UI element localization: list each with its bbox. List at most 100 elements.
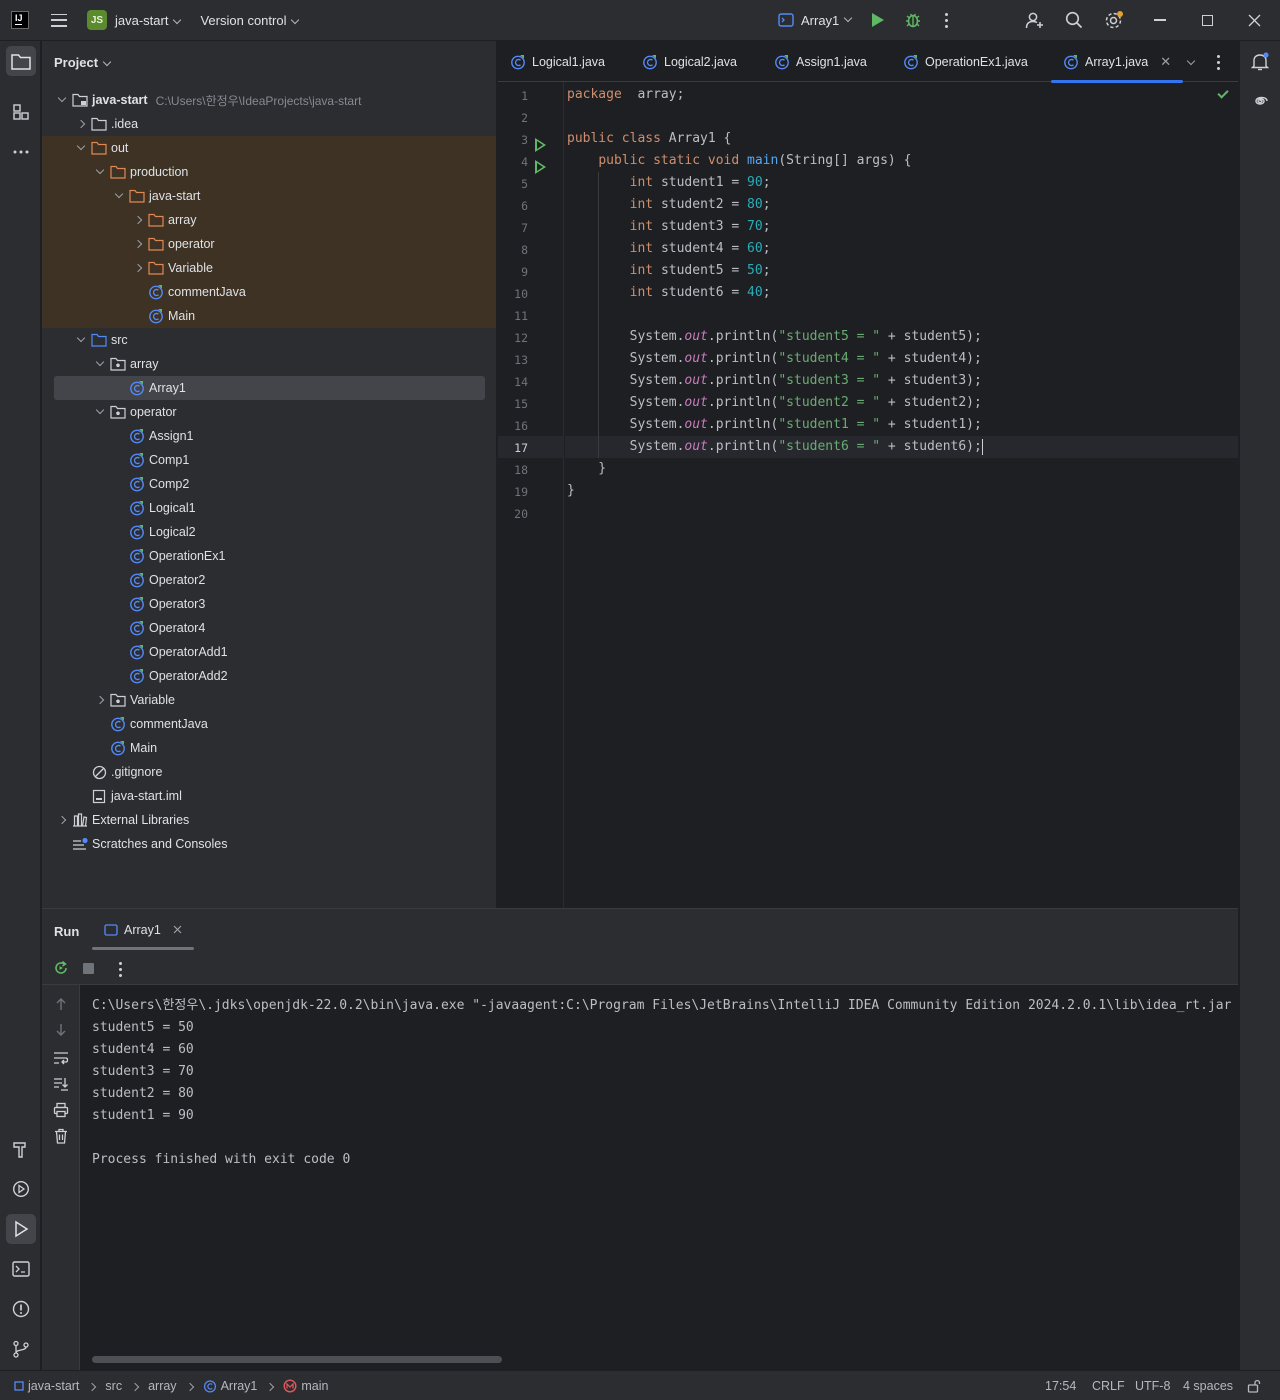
tree-item-java-start[interactable]: java-start	[42, 184, 496, 208]
debug-button[interactable]	[904, 0, 922, 40]
editor-gutter[interactable]: 1 2 3 4 5 6 7 8 9 10 11 12 13 14 15 16 17 18 19 20	[498, 82, 564, 908]
gutter-run-icon[interactable]	[535, 138, 546, 152]
tree-item-array1[interactable]: Array1	[42, 376, 496, 400]
tab-actions-button[interactable]	[1217, 55, 1220, 70]
run-button[interactable]	[872, 0, 884, 40]
run-tool-button[interactable]	[6, 1214, 36, 1244]
tree-item-operator[interactable]: operator	[42, 400, 496, 424]
read-only-toggle[interactable]	[1247, 1371, 1261, 1400]
print-icon[interactable]	[53, 1102, 69, 1118]
code-with-me-button[interactable]	[1025, 0, 1044, 40]
scroll-to-end-icon[interactable]	[53, 1077, 69, 1091]
tree-item-variable[interactable]: Variable	[42, 688, 496, 712]
breadcrumb-src[interactable]: src	[105, 1379, 122, 1393]
line-separator-widget[interactable]: CRLF	[1092, 1371, 1125, 1400]
tree-item-idea[interactable]: .idea	[42, 112, 496, 136]
close-tab-icon[interactable]: ✕	[1160, 54, 1171, 70]
expand-chevron-icon[interactable]	[92, 357, 108, 367]
project-badge[interactable]: JS	[87, 10, 107, 30]
console-output[interactable]: C:\Users\한정우\.jdks\openjdk-22.0.2\bin\ja…	[80, 985, 1238, 1371]
horizontal-scrollbar[interactable]	[92, 1356, 502, 1363]
project-tool-button[interactable]	[6, 46, 36, 76]
tree-item-operatoradd1[interactable]: OperatorAdd1	[42, 640, 496, 664]
search-button[interactable]	[1065, 0, 1083, 40]
tree-item-comp1[interactable]: Comp1	[42, 448, 496, 472]
close-window-button[interactable]	[1248, 0, 1261, 40]
gutter-run-icon[interactable]	[535, 160, 546, 174]
caret-position[interactable]: 17:54	[1045, 1371, 1076, 1400]
arrow-up-icon[interactable]	[54, 997, 68, 1011]
tree-item-scratches-and-consoles[interactable]: Scratches and Consoles	[42, 832, 496, 856]
tree-item-operatoradd2[interactable]: OperatorAdd2	[42, 664, 496, 688]
tree-item-src[interactable]: src	[42, 328, 496, 352]
breadcrumb-array[interactable]: array	[148, 1379, 176, 1393]
expand-chevron-icon[interactable]	[111, 189, 127, 199]
project-switcher[interactable]: java-start	[115, 13, 182, 28]
encoding-widget[interactable]: UTF-8	[1135, 1371, 1170, 1400]
expand-chevron-icon[interactable]	[73, 333, 89, 343]
tree-item-array[interactable]: array	[42, 208, 496, 232]
maximize-button[interactable]	[1202, 0, 1213, 40]
project-view-selector[interactable]: Project	[54, 55, 112, 70]
tree-item-out[interactable]: out	[42, 136, 496, 160]
soft-wrap-icon[interactable]	[53, 1051, 69, 1065]
tab-list-dropdown-button[interactable]	[1186, 55, 1196, 69]
collapse-chevron-icon[interactable]	[130, 215, 146, 225]
collapse-chevron-icon[interactable]	[73, 119, 89, 129]
terminal-tool-button[interactable]	[6, 1254, 36, 1284]
tree-item-operator2[interactable]: Operator2	[42, 568, 496, 592]
stop-icon[interactable]	[83, 963, 94, 974]
collapse-chevron-icon[interactable]	[92, 695, 108, 705]
services-tool-button[interactable]	[6, 1174, 36, 1204]
editor-tab-operationex1[interactable]: OperationEx1.java	[903, 41, 1028, 82]
run-more-button[interactable]	[119, 962, 122, 977]
breadcrumb-array1[interactable]: Array1	[203, 1379, 257, 1393]
indent-widget[interactable]: 4 spaces	[1183, 1371, 1233, 1400]
git-tool-button[interactable]	[6, 1334, 36, 1364]
editor-tab-array1[interactable]: Array1.java ✕	[1051, 41, 1184, 83]
settings-button[interactable]	[1104, 0, 1124, 40]
tree-item-operationex1[interactable]: OperationEx1	[42, 544, 496, 568]
editor-tab-logical1[interactable]: Logical1.java	[510, 41, 605, 82]
more-tools-button[interactable]	[6, 137, 36, 167]
tree-item-assign1[interactable]: Assign1	[42, 424, 496, 448]
vcs-widget[interactable]: Version control	[200, 13, 300, 28]
tree-item-logical1[interactable]: Logical1	[42, 496, 496, 520]
problems-tool-button[interactable]	[6, 1294, 36, 1324]
collapse-chevron-icon[interactable]	[54, 815, 70, 825]
breadcrumb-java-start[interactable]: java-start	[14, 1379, 79, 1393]
tree-item-array[interactable]: array	[42, 352, 496, 376]
collapse-chevron-icon[interactable]	[130, 263, 146, 273]
code-area[interactable]: package array; public class Array1 { publ…	[565, 82, 1238, 908]
breadcrumb-main[interactable]: main	[283, 1379, 328, 1393]
tree-item-commentjava[interactable]: commentJava	[42, 280, 496, 304]
tree-item-logical2[interactable]: Logical2	[42, 520, 496, 544]
run-tab-array1[interactable]: Array1	[92, 909, 194, 950]
tree-item-main[interactable]: Main	[42, 736, 496, 760]
expand-chevron-icon[interactable]	[92, 165, 108, 175]
notifications-button[interactable]	[1245, 46, 1275, 76]
tree-item-operator3[interactable]: Operator3	[42, 592, 496, 616]
tree-item-external-libraries[interactable]: External Libraries	[42, 808, 496, 832]
main-menu-icon[interactable]	[51, 13, 67, 27]
tree-item-production[interactable]: production	[42, 160, 496, 184]
editor-tab-logical2[interactable]: Logical2.java	[642, 41, 737, 82]
tree-item-variable[interactable]: Variable	[42, 256, 496, 280]
editor-tab-assign1[interactable]: Assign1.java	[774, 41, 867, 82]
tree-item-java-start-iml[interactable]: java-start.iml	[42, 784, 496, 808]
collapse-chevron-icon[interactable]	[130, 239, 146, 249]
trash-icon[interactable]	[54, 1128, 68, 1144]
expand-chevron-icon[interactable]	[92, 405, 108, 415]
rerun-button[interactable]	[53, 960, 69, 979]
tree-item-comp2[interactable]: Comp2	[42, 472, 496, 496]
tree-item-gitignore[interactable]: .gitignore	[42, 760, 496, 784]
expand-chevron-icon[interactable]	[54, 93, 70, 103]
minimize-button[interactable]	[1154, 0, 1166, 40]
arrow-down-icon[interactable]	[54, 1023, 68, 1037]
tree-item-operator[interactable]: operator	[42, 232, 496, 256]
more-actions-button[interactable]	[945, 0, 948, 40]
tree-item-operator4[interactable]: Operator4	[42, 616, 496, 640]
close-tab-icon[interactable]	[173, 925, 182, 934]
intellij-logo-icon[interactable]: IJ	[11, 11, 29, 29]
expand-chevron-icon[interactable]	[73, 141, 89, 151]
